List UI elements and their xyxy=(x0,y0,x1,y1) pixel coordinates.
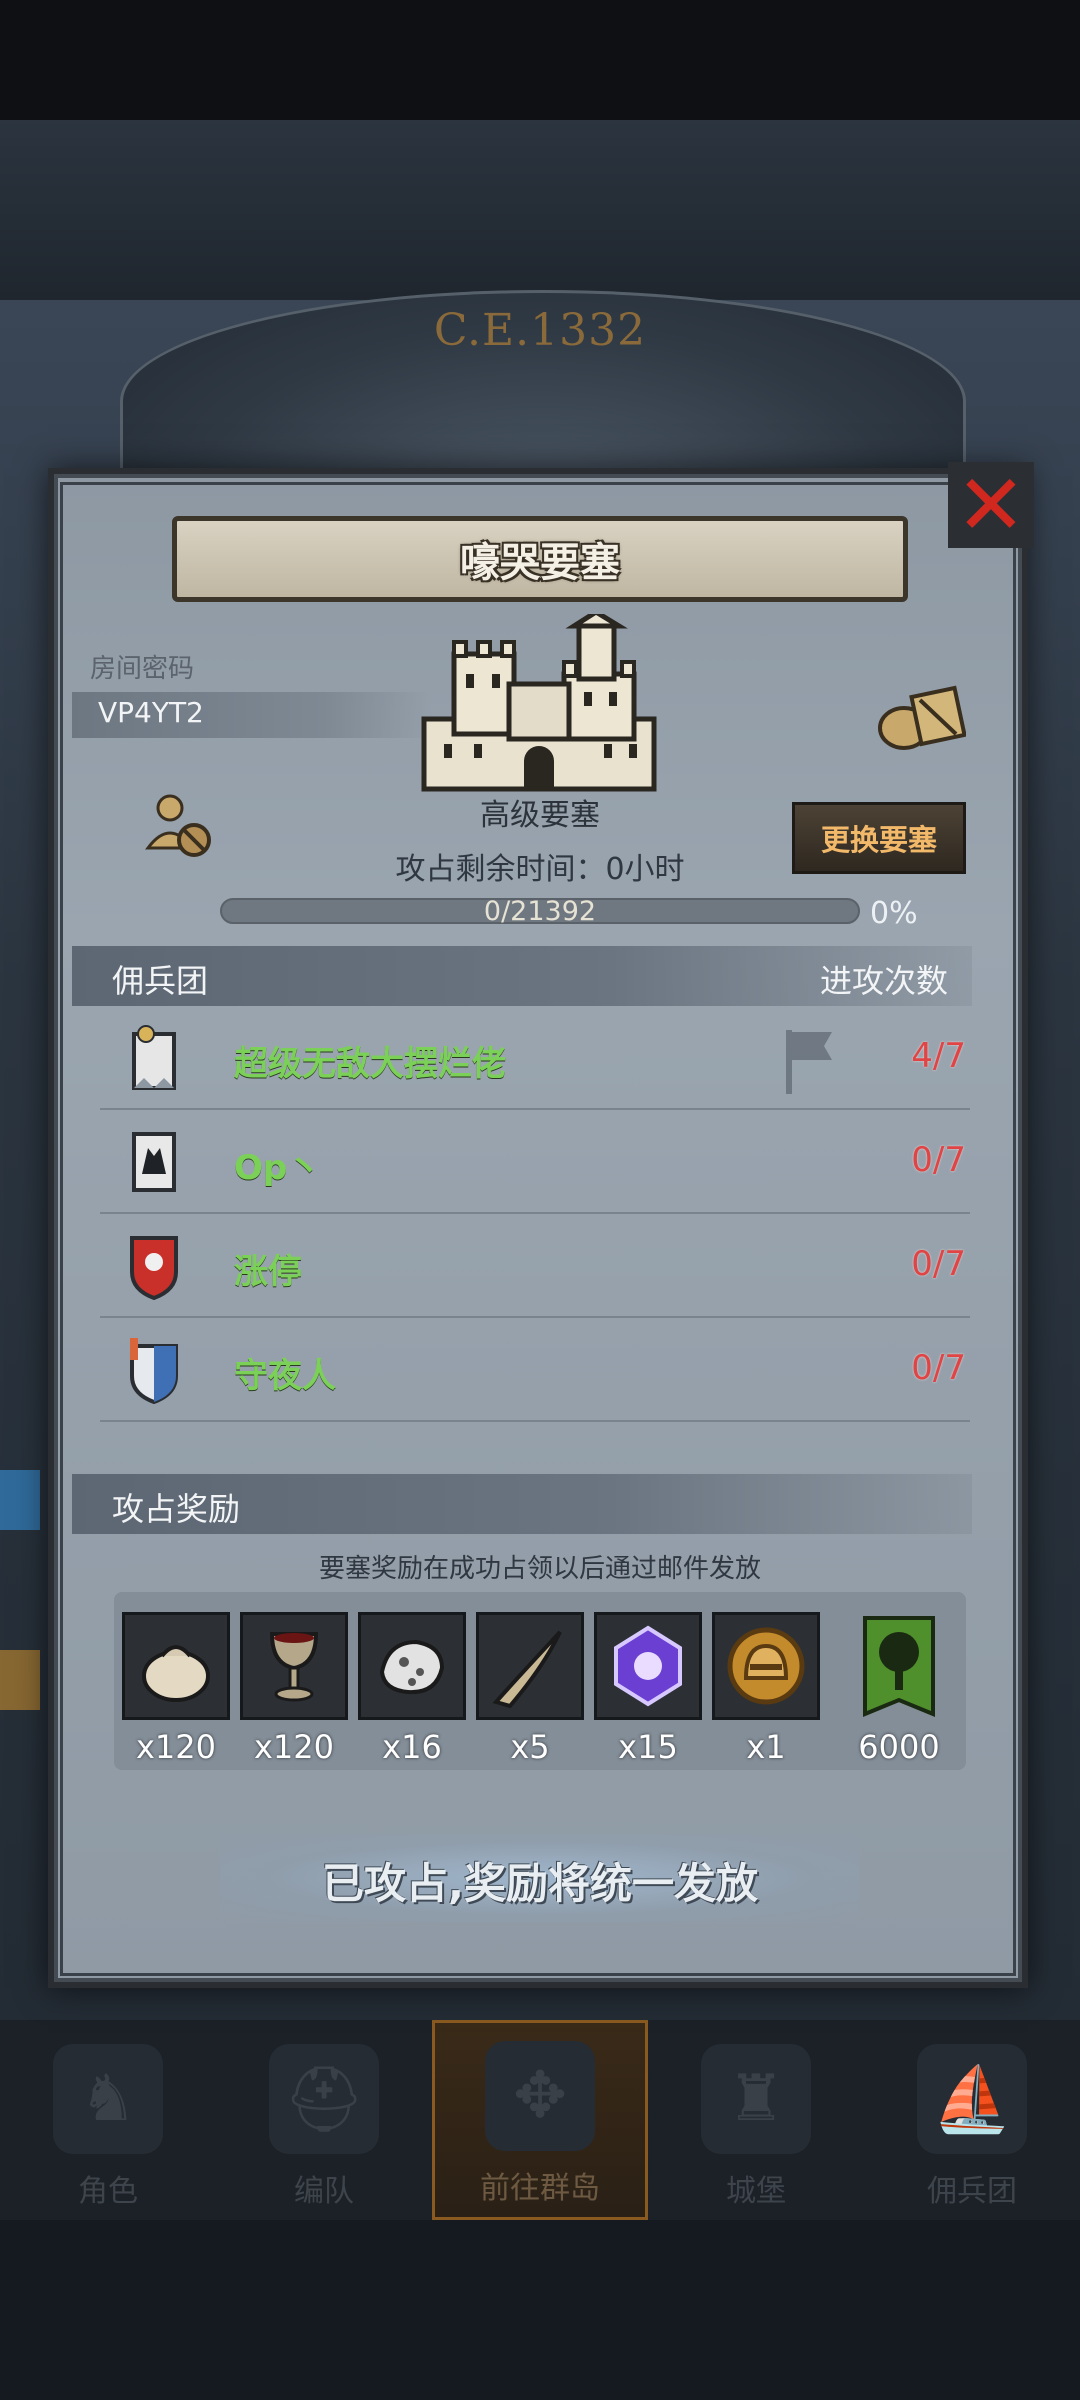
blue-shield-badge xyxy=(130,1338,178,1404)
era-label: C.E.1332 xyxy=(433,305,647,356)
reward-note: 要塞奖励在成功占领以后通过邮件发放 xyxy=(318,1554,761,1584)
nav-item-legion[interactable]: ⛵ 佣兵团 xyxy=(864,2020,1080,2220)
nav-label: 佣兵团 xyxy=(927,2174,1017,2209)
bottom-nav: ♞ 角色 ⛑ 编队 ✥ 前往群岛 ♜ 城堡 ⛵ 佣兵团 xyxy=(0,2020,1080,2220)
knight-icon: ♞ xyxy=(53,2044,163,2154)
reward-qty: x1 xyxy=(746,1728,786,1766)
room-code-value[interactable]: VP4YT2 xyxy=(98,696,204,729)
legion-name: Op丶 xyxy=(234,1148,322,1188)
nav-label: 前往群岛 xyxy=(480,2171,600,2206)
change-fortress-label: 更换要塞 xyxy=(820,823,937,857)
goblet-icon xyxy=(269,1632,319,1702)
nav-item-character[interactable]: ♞ 角色 xyxy=(0,2020,216,2220)
reward-qty: 6000 xyxy=(858,1728,940,1766)
attack-count: 4/7 xyxy=(911,1036,966,1076)
top-header-bg xyxy=(0,120,1080,300)
legion-row[interactable]: 超级无敌大摆烂佬 4/7 xyxy=(100,1006,970,1110)
claimed-status-text: 已攻占,奖励将统一发放 xyxy=(322,1859,758,1908)
fortress-level: 高级要塞 xyxy=(480,798,600,833)
bottom-bg xyxy=(0,2220,1080,2400)
nav-item-formation[interactable]: ⛑ 编队 xyxy=(216,2020,432,2220)
legion-row[interactable]: 涨停 0/7 xyxy=(100,1214,970,1318)
side-button-blue xyxy=(0,1470,40,1530)
helmet-icon: ⛑ xyxy=(269,2044,379,2154)
side-button-gold xyxy=(0,1650,40,1710)
progress-percent: 0% xyxy=(870,896,918,931)
nav-label: 编队 xyxy=(294,2174,354,2209)
reward-item[interactable]: x120 xyxy=(122,1612,230,1766)
white-banner-badge xyxy=(132,1025,176,1090)
legion-row[interactable]: Op丶 0/7 xyxy=(100,1110,970,1214)
close-button[interactable]: ✕ xyxy=(948,462,1034,548)
nav-label: 角色 xyxy=(78,2174,138,2209)
ore-icon xyxy=(379,1639,445,1695)
sack-icon xyxy=(142,1645,210,1702)
fortress-icon xyxy=(421,614,657,792)
status-bar-area xyxy=(0,0,1080,120)
helmet-medal-icon xyxy=(727,1627,805,1705)
legion-name: 守夜人 xyxy=(234,1356,336,1396)
attack-count: 0/7 xyxy=(911,1348,966,1388)
reward-header: 攻占奖励 xyxy=(112,1490,241,1528)
reward-item[interactable]: x16 xyxy=(358,1612,466,1766)
nav-label: 城堡 xyxy=(726,2174,786,2209)
legion-name: 超级无敌大摆烂佬 xyxy=(234,1044,506,1084)
compass-icon: ✥ xyxy=(485,2041,595,2151)
reward-qty: x120 xyxy=(135,1728,216,1766)
legion-row[interactable]: 守夜人 0/7 xyxy=(100,1318,970,1422)
ship-icon: ⛵ xyxy=(917,2044,1027,2154)
nav-item-islands[interactable]: ✥ 前往群岛 xyxy=(432,2020,648,2220)
tree-banner-icon xyxy=(863,1616,935,1717)
attack-count-header: 进攻次数 xyxy=(820,962,949,1000)
attack-count: 0/7 xyxy=(911,1140,966,1180)
time-remaining: 攻占剩余时间：0小时 xyxy=(395,852,685,887)
title-banner: 嚎哭要塞 xyxy=(172,516,908,602)
reward-qty: x15 xyxy=(618,1728,678,1766)
purple-crystal-icon xyxy=(614,1625,682,1707)
progress-text: 0/21392 xyxy=(483,896,597,927)
reward-qty: x16 xyxy=(382,1728,442,1766)
reward-item[interactable]: x1 xyxy=(712,1612,820,1766)
legion-header: 佣兵团 xyxy=(112,962,209,1000)
room-code-label: 房间密码 xyxy=(90,654,195,684)
reward-qty: x5 xyxy=(510,1728,550,1766)
nav-item-castle[interactable]: ♜ 城堡 xyxy=(648,2020,864,2220)
reward-item[interactable]: x120 xyxy=(240,1612,348,1766)
reward-item[interactable]: x5 xyxy=(476,1612,584,1766)
modal-title: 嚎哭要塞 xyxy=(460,540,620,586)
castle-icon: ♜ xyxy=(701,2044,811,2154)
supply-crate-icon[interactable] xyxy=(876,682,966,752)
reward-item[interactable]: 6000 xyxy=(845,1612,953,1766)
legion-name: 涨停 xyxy=(234,1252,302,1292)
member-ban-icon[interactable] xyxy=(144,790,214,860)
reward-qty: x120 xyxy=(253,1728,334,1766)
close-icon: ✕ xyxy=(955,456,1027,554)
attack-count: 0/7 xyxy=(911,1244,966,1284)
wolf-badge xyxy=(132,1132,176,1192)
sun-shield-badge xyxy=(130,1236,178,1300)
horn-icon xyxy=(492,1630,562,1709)
change-fortress-button[interactable]: 更换要塞 xyxy=(792,802,966,874)
reward-item[interactable]: x15 xyxy=(594,1612,702,1766)
